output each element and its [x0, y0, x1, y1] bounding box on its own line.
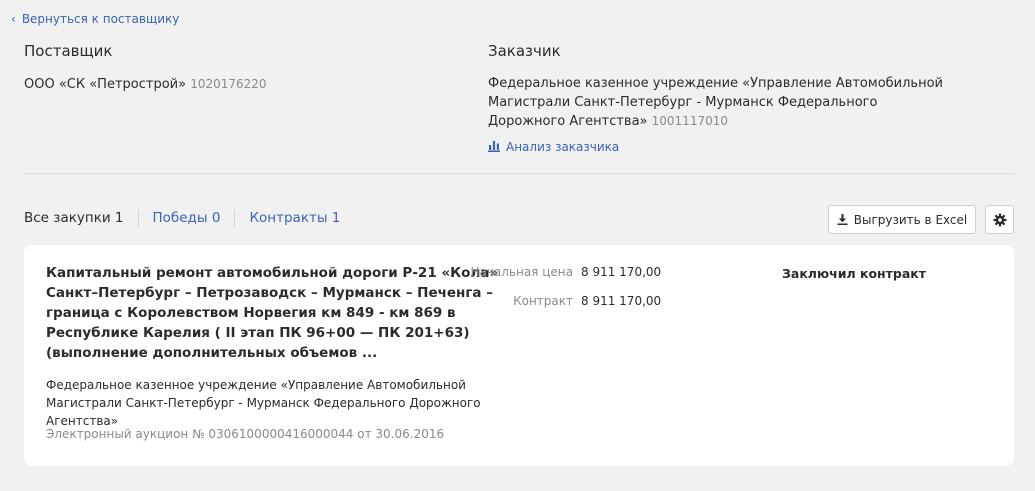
section-divider	[24, 173, 1014, 174]
tab-wins[interactable]: Победы 0	[137, 210, 235, 227]
supplier-info: ООО «СК «Петрострой» 1020176220	[24, 75, 464, 95]
analysis-link-label: Анализ заказчика	[506, 139, 620, 154]
export-excel-label: Выгрузить в Excel	[853, 212, 968, 227]
supplier-heading: Поставщик	[24, 42, 113, 60]
tab-contracts[interactable]: Контракты 1	[234, 210, 354, 227]
back-to-supplier-link[interactable]: ‹ Вернуться к поставщику	[11, 12, 179, 26]
initial-price-row: Начальная цена 8 911 170,00	[453, 265, 661, 279]
purchase-customer: Федеральное казенное учреждение «Управле…	[46, 378, 481, 428]
initial-price-label: Начальная цена	[470, 265, 573, 279]
initial-price-value: 8 911 170,00	[581, 265, 662, 279]
purchase-title[interactable]: Капитальный ремонт автомобильной дороги …	[46, 263, 516, 363]
chevron-left-icon: ‹	[11, 12, 16, 26]
customer-analysis-link[interactable]: Анализ заказчика	[488, 140, 958, 154]
supplier-inn: 1020176220	[190, 77, 267, 91]
supplier-section: Поставщик ООО «СК «Петрострой» 102017622…	[24, 42, 464, 95]
customer-section: Заказчик Федеральное казенное учреждение…	[488, 42, 958, 154]
purchase-tabs: Все закупки 1 Победы 0 Контракты 1	[24, 210, 354, 227]
contract-price-row: Контракт 8 911 170,00	[453, 294, 661, 308]
customer-info: Федеральное казенное учреждение «Управле…	[488, 75, 958, 132]
tab-all-purchases[interactable]: Все закупки 1	[24, 210, 138, 227]
supplier-name: ООО «СК «Петрострой»	[24, 77, 187, 92]
export-excel-button[interactable]: Выгрузить в Excel	[828, 205, 976, 234]
download-icon	[837, 214, 848, 225]
customer-inn: 1001117010	[651, 114, 728, 128]
bar-chart-icon	[488, 141, 500, 152]
settings-button[interactable]	[985, 205, 1014, 234]
back-link-label: Вернуться к поставщику	[21, 12, 180, 26]
page: ‹ Вернуться к поставщику Поставщик ООО «…	[0, 0, 1035, 491]
purchase-auction: Электронный аукцион № 030610000041600004…	[46, 427, 445, 441]
purchase-card: Капитальный ремонт автомобильной дороги …	[24, 245, 1014, 466]
gear-icon	[993, 213, 1006, 226]
contract-price-value: 8 911 170,00	[581, 294, 662, 308]
contract-price-label: Контракт	[513, 294, 573, 308]
customer-heading: Заказчик	[488, 42, 561, 60]
purchase-status: Заключил контракт	[782, 266, 927, 281]
